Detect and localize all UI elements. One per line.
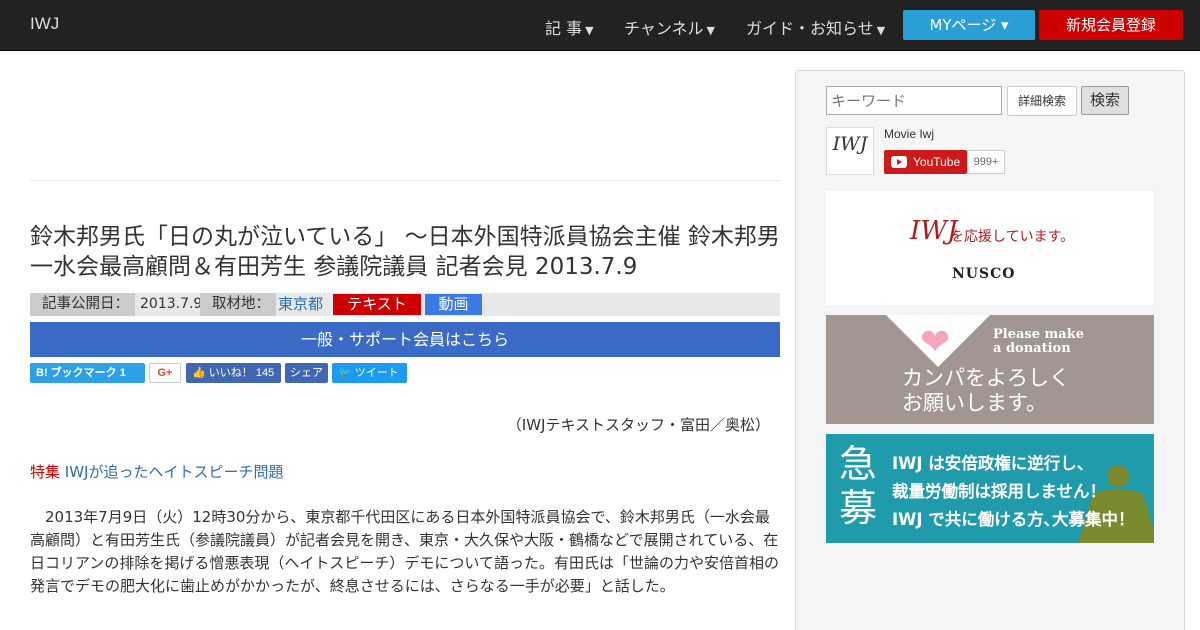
recruit-text: IWJ は安倍政権に逆行し、 裁量労働制は採用しません！ IWJ で共に働ける方… (892, 450, 1134, 534)
youtube-button-label: YouTube (913, 155, 961, 169)
youtube-subscriber-count: 999+ (967, 150, 1005, 174)
recruit-heading-kyu: 急 (838, 442, 877, 486)
ad-divider (30, 180, 780, 181)
published-label: 記事公開日： (30, 293, 135, 316)
youtube-subscribe-button[interactable]: YouTube (884, 150, 967, 174)
hatena-bookmark-button[interactable]: B! ブックマーク 1 (30, 363, 145, 383)
donate-english-text: Please make a donation (993, 328, 1084, 356)
member-login-banner[interactable]: 一般・サポート会員はこちら (30, 322, 780, 357)
nusco-support-text: を応援しています。 (950, 229, 1075, 245)
donate-english-line2: a donation (993, 341, 1071, 356)
caret-down-icon: ▼ (876, 24, 886, 37)
donation-banner[interactable]: ❤ Please make a donation カンパをよろしく お願いします。 (826, 315, 1154, 424)
caret-down-icon: ▼ (706, 24, 715, 37)
donate-japanese-line2: お願いします。 (902, 391, 1047, 415)
feature-link[interactable]: IWJが追ったヘイトスピーチ問題 (65, 463, 284, 481)
facebook-like-label: いいね！ 145 (208, 367, 275, 379)
nav-channels[interactable]: チャンネル ▼ (624, 15, 715, 39)
feature-line: 特集 IWJが追ったヘイトスピーチ問題 (30, 461, 283, 482)
nav-articles[interactable]: 記 事 ▼ (545, 15, 594, 39)
donate-english-line1: Please make (993, 327, 1084, 342)
facebook-like-button[interactable]: 👍 いいね！ 145 (186, 363, 281, 383)
nav-articles-label: 記 事 (545, 19, 583, 38)
search-input[interactable] (826, 86, 1002, 115)
youtube-channel-avatar[interactable]: IWJ (826, 127, 874, 175)
iwj-logo: IWJ (832, 133, 868, 155)
nusco-logo: NUSCO (952, 266, 1016, 282)
youtube-play-icon (891, 156, 907, 168)
facebook-share-button[interactable]: シェア (285, 363, 328, 383)
recruit-heading: 急募 (835, 442, 881, 530)
article-body: 2013年7月9日（火）12時30分から、東京都千代田区にある日本外国特派員協会… (30, 508, 779, 595)
article-meta-bar: 記事公開日： 2013.7.9 取材地： 東京都 テキスト 動画 (30, 293, 780, 316)
top-navbar: IWJ 記 事 ▼ チャンネル ▼ ガイド・お知らせ ▼ MYページ ▾ 新規会員登録 (0, 0, 1200, 51)
register-button[interactable]: 新規会員登録 (1039, 10, 1183, 40)
recruit-line-2: 裁量労働制は採用しません！ (892, 482, 1107, 501)
recruit-line-3: IWJ で共に働ける方､大募集中！ (892, 510, 1135, 529)
article-title: 鈴木邦男氏「日の丸が泣いている」 ～日本外国特派員協会主催 鈴木邦男 一水会最高… (30, 224, 780, 280)
tweet-button[interactable]: 🐦 ツイート (332, 363, 407, 383)
tag-text[interactable]: テキスト (333, 294, 421, 315)
heart-icon: ❤ (920, 322, 951, 363)
search-button[interactable]: 検索 (1081, 86, 1129, 115)
mypage-button[interactable]: MYページ ▾ (903, 10, 1035, 40)
recruit-heading-bo: 募 (838, 486, 877, 530)
site-brand[interactable]: IWJ (30, 14, 59, 34)
nav-guide-label: ガイド・お知らせ (746, 19, 874, 38)
twitter-bird-icon: 🐦 (338, 367, 352, 379)
recruit-banner[interactable]: 急募 IWJ は安倍政権に逆行し、 裁量労働制は採用しません！ IWJ で共に働… (826, 434, 1154, 543)
nav-channels-label: チャンネル (624, 19, 704, 38)
recruit-line-1: IWJ は安倍政権に逆行し、 (892, 454, 1094, 473)
location-label: 取材地： (200, 293, 276, 316)
advanced-search-button[interactable]: 詳細検索 (1007, 86, 1077, 116)
article-credit: （IWJテキストスタッフ・富田／奥松） (506, 416, 770, 434)
donate-japanese-text: カンパをよろしく お願いします。 (902, 366, 1070, 416)
thumbs-up-icon: 👍 (192, 367, 206, 379)
location-link[interactable]: 東京都 (278, 293, 323, 316)
feature-label: 特集 (30, 463, 61, 481)
nav-guide[interactable]: ガイド・お知らせ ▼ (746, 15, 885, 39)
google-plus-button[interactable]: G+ (149, 363, 181, 383)
nusco-sponsor-banner[interactable]: IWJ を応援しています。 NUSCO (826, 191, 1154, 305)
tweet-label: ツイート (354, 367, 399, 379)
youtube-channel-name[interactable]: Movie Iwj (884, 127, 934, 141)
caret-down-icon: ▼ (585, 24, 594, 37)
donate-japanese-line1: カンパをよろしく (902, 366, 1070, 390)
tag-video[interactable]: 動画 (425, 294, 482, 315)
published-date: 2013.7.9 (140, 296, 203, 312)
